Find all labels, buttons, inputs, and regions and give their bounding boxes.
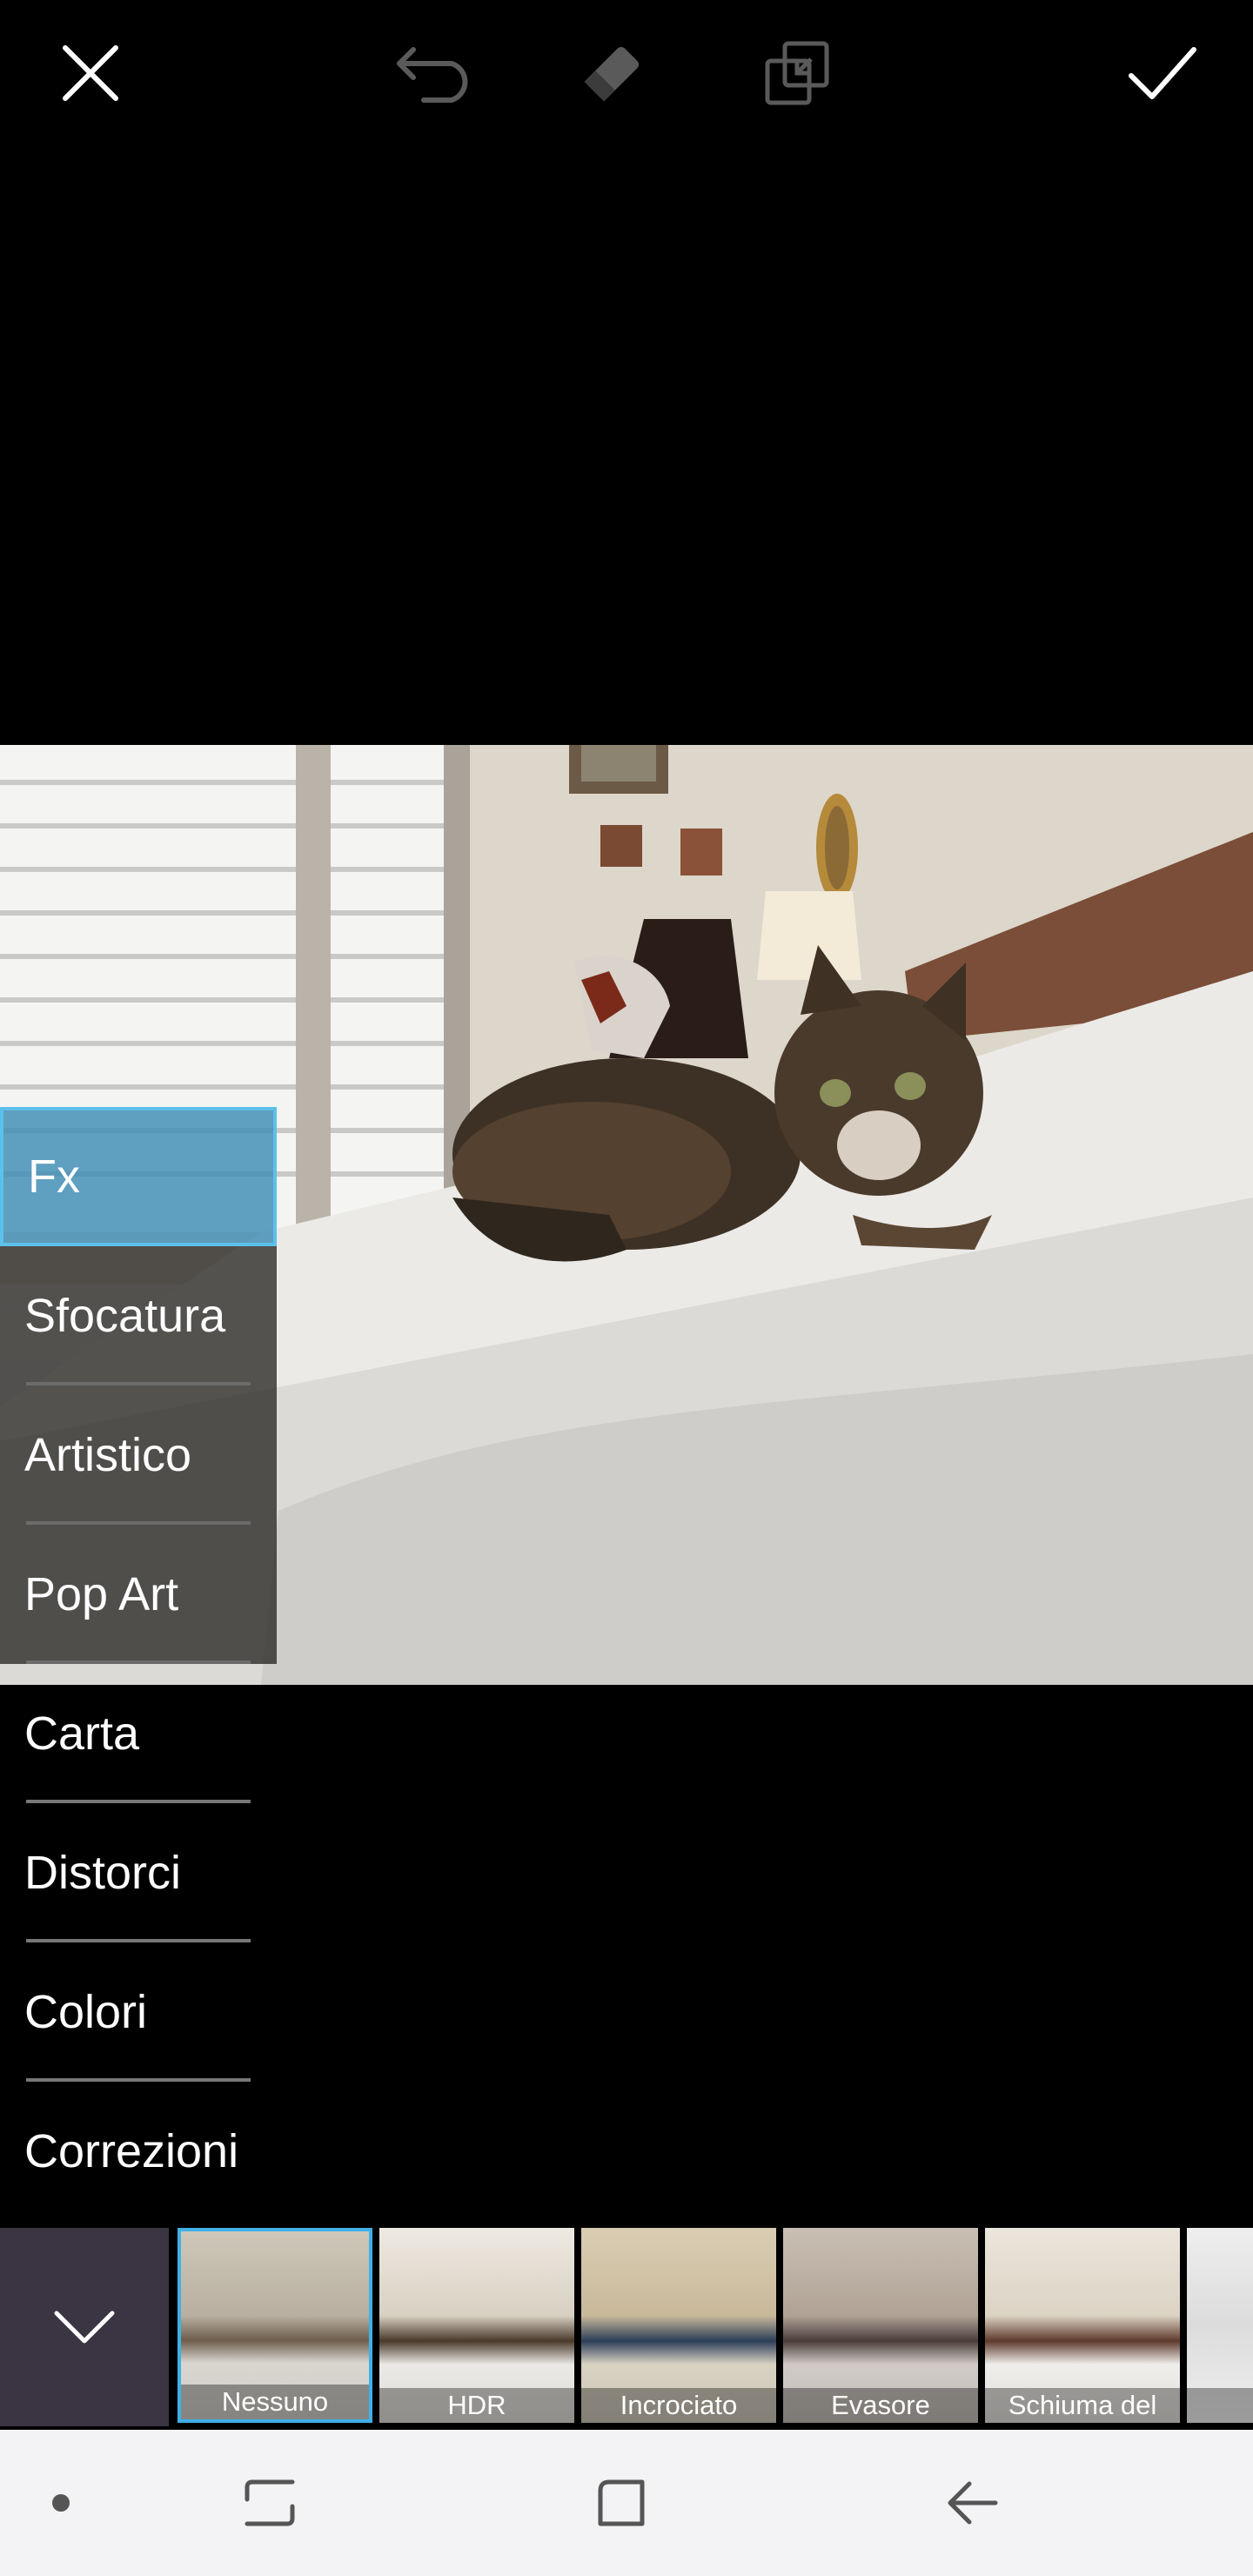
filter-label: HDR [379,2388,574,2423]
category-fx[interactable]: Fx [0,1107,277,1246]
back-icon[interactable] [929,2459,1016,2546]
dot-icon[interactable] [17,2459,104,2546]
category-label: Artistico [24,1429,192,1481]
category-pop-art[interactable]: Pop Art [0,1525,277,1664]
filter-label: Incrociato [581,2388,776,2423]
top-toolbar [0,0,1253,148]
category-artistico[interactable]: Artistico [0,1385,277,1525]
recents-icon[interactable] [226,2459,313,2546]
category-label: Sfocatura [24,1290,226,1342]
filter-label: Schiuma del [985,2388,1180,2423]
filter-thumb-next[interactable]: H [1187,2228,1253,2423]
category-colori[interactable]: Colori [0,1942,277,2082]
check-icon[interactable] [1119,30,1206,117]
category-label: Colori [24,1986,148,2038]
category-label: Carta [24,1707,140,1760]
filter-thumb-evasore[interactable]: Evasore [783,2228,978,2423]
undo-icon[interactable] [386,30,473,117]
filter-label: Nessuno [181,2385,369,2419]
category-label: Fx [28,1150,80,1203]
category-carta[interactable]: Carta [0,1664,277,1803]
filter-thumb-incrociato[interactable]: Incrociato [581,2228,776,2423]
category-label: Distorci [24,1847,182,1899]
system-nav-bar [0,2430,1253,2576]
filter-strip: Nessuno HDR Incrociato Evasore Schiuma d… [0,2228,1253,2426]
category-sfocatura[interactable]: Sfocatura [0,1246,277,1385]
category-label: Pop Art [24,1568,179,1620]
filter-label: H [1187,2388,1253,2423]
filter-thumb-nessuno[interactable]: Nessuno [178,2228,372,2423]
chevron-down-icon [54,2311,115,2344]
category-label: Correzioni [24,2125,239,2177]
close-icon[interactable] [47,30,134,117]
filter-thumb-schiuma-del[interactable]: Schiuma del [985,2228,1180,2423]
compare-icon[interactable] [754,30,841,117]
eraser-icon[interactable] [569,30,656,117]
category-correzioni[interactable]: Correzioni [0,2082,277,2221]
collapse-menu-button[interactable] [0,2228,169,2426]
filter-thumb-hdr[interactable]: HDR [379,2228,574,2423]
home-icon[interactable] [578,2459,665,2546]
category-distorci[interactable]: Distorci [0,1803,277,1942]
filter-label: Evasore [783,2388,978,2423]
